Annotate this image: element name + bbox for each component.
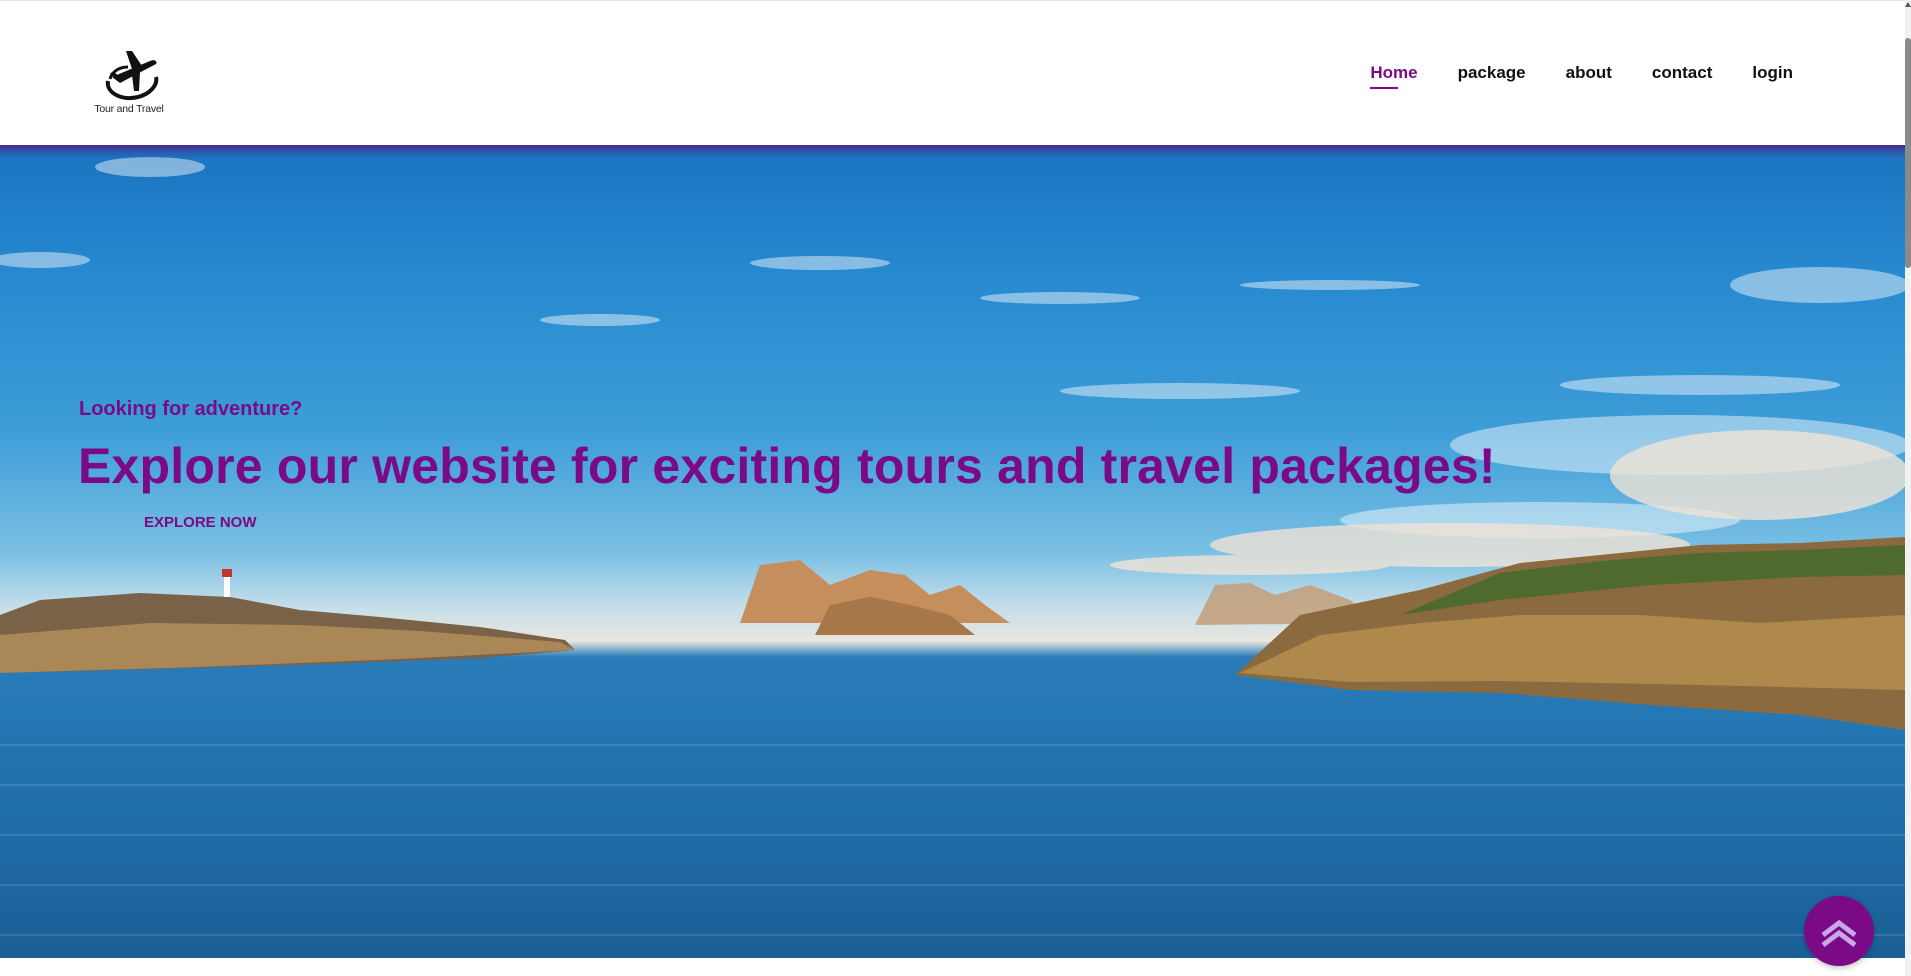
nav-about[interactable]: about	[1566, 63, 1612, 87]
nav-package[interactable]: package	[1458, 63, 1526, 87]
nav-login[interactable]: login	[1752, 63, 1793, 87]
hero-tagline: Looking for adventure?	[79, 398, 303, 420]
hero-banner: Looking for adventure? Explore our websi…	[0, 145, 1905, 958]
scroll-up-arrow-icon[interactable]	[1905, 2, 1911, 7]
hero-headline: Explore our website for exciting tours a…	[78, 438, 1496, 494]
double-chevron-up-icon	[1821, 919, 1857, 947]
nav-home[interactable]: Home	[1370, 63, 1418, 89]
scroll-to-top-button[interactable]	[1804, 896, 1874, 966]
explore-now-button[interactable]: explore now	[144, 514, 257, 531]
hero-top-shadow	[0, 145, 1905, 159]
viewport: Tour and Travel Home package about conta…	[0, 0, 1905, 976]
logo-text: Tour and Travel	[94, 103, 164, 115]
hero-background-image	[0, 157, 1905, 936]
site-logo[interactable]: Tour and Travel	[92, 47, 166, 117]
airplane-globe-icon	[105, 51, 159, 100]
main-nav: Home package about contact login	[1370, 63, 1793, 89]
page-scrollbar[interactable]	[1905, 0, 1911, 976]
site-header: Tour and Travel Home package about conta…	[0, 0, 1905, 145]
nav-contact[interactable]: contact	[1652, 63, 1712, 87]
scrollbar-thumb[interactable]	[1905, 38, 1911, 268]
